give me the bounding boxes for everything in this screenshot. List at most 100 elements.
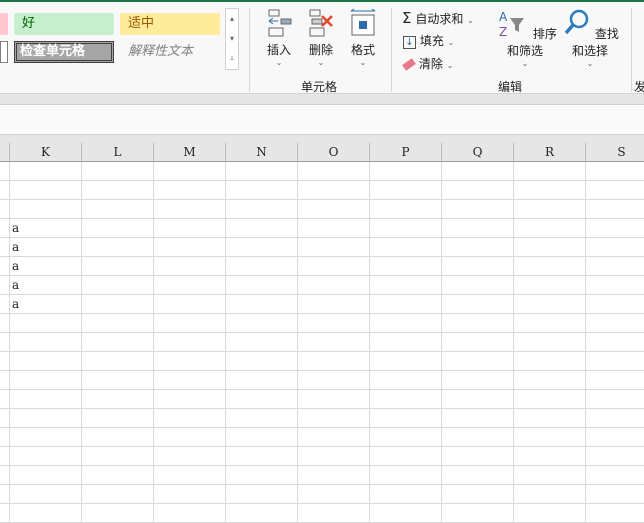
- cell-M[interactable]: [154, 314, 226, 333]
- format-button[interactable]: 格式 ⌄: [345, 8, 381, 67]
- cell-O[interactable]: [298, 466, 370, 485]
- cell-Q[interactable]: [442, 162, 514, 181]
- cell-O[interactable]: [298, 409, 370, 428]
- cell-M[interactable]: [154, 295, 226, 314]
- cell-K[interactable]: a: [10, 257, 82, 276]
- cell-K[interactable]: a: [10, 276, 82, 295]
- cell[interactable]: [0, 485, 10, 504]
- cell-M[interactable]: [154, 352, 226, 371]
- cell-Q[interactable]: [442, 428, 514, 447]
- scroll-up-icon[interactable]: ▴: [226, 9, 238, 29]
- cell-Q[interactable]: [442, 219, 514, 238]
- expand-gallery-icon[interactable]: ⩡: [226, 49, 238, 69]
- cell-L[interactable]: [82, 333, 154, 352]
- cell-N[interactable]: [226, 314, 298, 333]
- style-partial[interactable]: [0, 41, 8, 63]
- cell-K[interactable]: [10, 447, 82, 466]
- cell-P[interactable]: [370, 447, 442, 466]
- cell-Q[interactable]: [442, 333, 514, 352]
- cell-O[interactable]: [298, 238, 370, 257]
- cell-M[interactable]: [154, 333, 226, 352]
- cell-N[interactable]: [226, 181, 298, 200]
- cell[interactable]: [0, 276, 10, 295]
- cell-N[interactable]: [226, 333, 298, 352]
- cell-O[interactable]: [298, 485, 370, 504]
- cell-Q[interactable]: [442, 314, 514, 333]
- cell-P[interactable]: [370, 295, 442, 314]
- cell-K[interactable]: a: [10, 238, 82, 257]
- cell-S[interactable]: [586, 371, 644, 390]
- cell-M[interactable]: [154, 485, 226, 504]
- cell-K[interactable]: [10, 428, 82, 447]
- cell-L[interactable]: [82, 257, 154, 276]
- cell-S[interactable]: [586, 295, 644, 314]
- cell[interactable]: [0, 466, 10, 485]
- cell-N[interactable]: [226, 447, 298, 466]
- cell-R[interactable]: [514, 257, 586, 276]
- cell-S[interactable]: [586, 390, 644, 409]
- cell-N[interactable]: [226, 257, 298, 276]
- cell-P[interactable]: [370, 352, 442, 371]
- scroll-down-icon[interactable]: ▾: [226, 29, 238, 49]
- cell-L[interactable]: [82, 390, 154, 409]
- column-header-L[interactable]: L: [82, 143, 154, 162]
- cell-R[interactable]: [514, 200, 586, 219]
- cell-Q[interactable]: [442, 390, 514, 409]
- cell-K[interactable]: [10, 333, 82, 352]
- cell-O[interactable]: [298, 390, 370, 409]
- cell[interactable]: [0, 200, 10, 219]
- cell-L[interactable]: [82, 162, 154, 181]
- cell-M[interactable]: [154, 257, 226, 276]
- cell[interactable]: [0, 295, 10, 314]
- cell-R[interactable]: [514, 447, 586, 466]
- cell-M[interactable]: [154, 162, 226, 181]
- style-explanatory[interactable]: 解释性文本: [120, 41, 220, 63]
- cell-R[interactable]: [514, 181, 586, 200]
- cell-K[interactable]: [10, 409, 82, 428]
- cell-N[interactable]: [226, 219, 298, 238]
- cell-K[interactable]: [10, 390, 82, 409]
- cell-R[interactable]: [514, 466, 586, 485]
- cell-L[interactable]: [82, 238, 154, 257]
- cell-S[interactable]: [586, 447, 644, 466]
- cell-R[interactable]: [514, 409, 586, 428]
- cell-N[interactable]: [226, 390, 298, 409]
- formula-bar[interactable]: [0, 105, 644, 135]
- cell-M[interactable]: [154, 409, 226, 428]
- cell-L[interactable]: [82, 295, 154, 314]
- cell-S[interactable]: [586, 485, 644, 504]
- cell-O[interactable]: [298, 428, 370, 447]
- column-header-R[interactable]: R: [514, 143, 586, 162]
- cell[interactable]: [0, 409, 10, 428]
- cell-S[interactable]: [586, 409, 644, 428]
- cell-P[interactable]: [370, 428, 442, 447]
- cell-O[interactable]: [298, 352, 370, 371]
- styles-scroll[interactable]: ▴ ▾ ⩡: [225, 8, 239, 70]
- cell[interactable]: [0, 390, 10, 409]
- cell-N[interactable]: [226, 428, 298, 447]
- cell-P[interactable]: [370, 219, 442, 238]
- insert-button[interactable]: 插入 ⌄: [262, 8, 296, 67]
- cell-S[interactable]: [586, 238, 644, 257]
- cell-P[interactable]: [370, 200, 442, 219]
- column-header-O[interactable]: O: [298, 143, 370, 162]
- column-header-P[interactable]: P: [370, 143, 442, 162]
- cell-R[interactable]: [514, 352, 586, 371]
- cell-N[interactable]: [226, 409, 298, 428]
- cell-P[interactable]: [370, 181, 442, 200]
- cell-L[interactable]: [82, 371, 154, 390]
- cell-Q[interactable]: [442, 409, 514, 428]
- cell-Q[interactable]: [442, 295, 514, 314]
- cell-M[interactable]: [154, 371, 226, 390]
- cell[interactable]: [0, 333, 10, 352]
- cell-K[interactable]: [10, 200, 82, 219]
- cell-L[interactable]: [82, 352, 154, 371]
- cell-N[interactable]: [226, 295, 298, 314]
- cell-P[interactable]: [370, 485, 442, 504]
- cell[interactable]: [0, 238, 10, 257]
- cell-R[interactable]: [514, 162, 586, 181]
- cell-S[interactable]: [586, 466, 644, 485]
- cell-K[interactable]: [10, 181, 82, 200]
- cell-S[interactable]: [586, 352, 644, 371]
- cell-P[interactable]: [370, 371, 442, 390]
